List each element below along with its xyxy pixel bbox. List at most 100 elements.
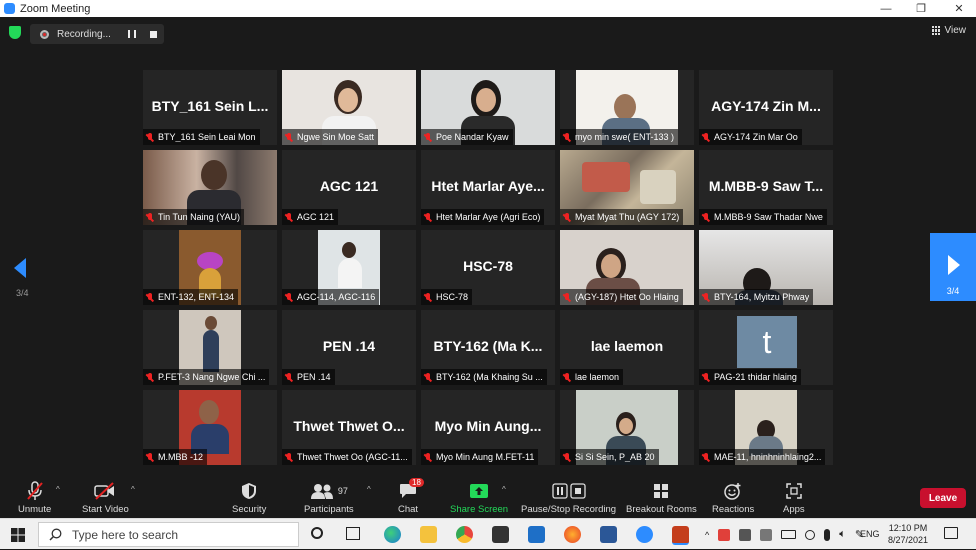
participant-tile[interactable]: Htet Marlar Aye... Htet Marlar Aye (Agri… [421,150,555,225]
video-options-caret-icon[interactable]: ^ [131,485,135,494]
participant-tile[interactable]: AGY-174 Zin M... AGY-174 Zin Mar Oo [699,70,833,145]
edge-browser-icon[interactable] [384,526,401,543]
taskbar-search-box[interactable]: Type here to search [38,522,299,547]
task-view-icon[interactable] [346,527,360,540]
encryption-shield-icon[interactable] [9,26,21,39]
pause-stop-recording-button[interactable]: Pause/Stop Recording [521,481,616,515]
participant-tile[interactable]: Ngwe Sin Moe Satt [282,70,416,145]
unmute-button[interactable]: Unmute [18,481,51,515]
share-screen-icon [469,481,489,501]
store-icon[interactable] [492,526,509,543]
tray-app-icon[interactable] [718,528,731,541]
firefox-browser-icon[interactable] [564,526,581,543]
participant-tile[interactable]: P.FET-3 Nang Ngwe Chi ... [143,310,277,385]
next-page-button[interactable]: 3/4 [930,233,976,301]
muted-mic-icon [146,212,154,222]
participant-tile[interactable]: AGC-114, AGC-116 [282,230,416,305]
muted-mic-icon [702,292,710,302]
participant-tile[interactable]: HSC-78 HSC-78 [421,230,555,305]
gallery-grid: BTY_161 Sein L... BTY_161 Sein Leai Mon … [143,70,833,467]
chrome-browser-icon[interactable] [456,526,473,543]
participant-tile[interactable]: MAE-11, hninhninhlaing2... [699,390,833,465]
participant-tile[interactable]: t PAG-21 thidar hlaing [699,310,833,385]
unmute-label: Unmute [18,504,52,515]
participant-name-label: Ngwe Sin Moe Satt [282,129,379,145]
security-button[interactable]: Security [232,481,266,515]
muted-mic-icon [563,212,571,222]
notifications-icon[interactable] [944,527,958,539]
mail-icon[interactable] [528,526,545,543]
input-language[interactable]: ENG [860,529,880,539]
muted-mic-icon [285,212,293,222]
word-icon[interactable] [600,526,617,543]
muted-mic-icon [424,452,432,462]
reactions-button[interactable]: Reactions [712,481,754,515]
participants-icon: 97 [310,481,348,501]
file-explorer-icon[interactable] [420,526,437,543]
muted-mic-icon [702,212,710,222]
zoom-taskbar-icon[interactable] [636,526,653,543]
powerpoint-icon[interactable] [672,526,689,545]
muted-mic-icon [563,452,571,462]
participant-tile[interactable]: M.MBB-9 Saw T... M.MBB-9 Saw Thadar Nwe [699,150,833,225]
share-screen-button[interactable]: Share Screen [450,481,508,515]
participant-tile[interactable]: M.MBB -12 [143,390,277,465]
participant-name-label: PEN .14 [282,369,335,385]
share-options-caret-icon[interactable]: ^ [502,485,506,494]
participant-tile[interactable]: myo min swe( ENT-133 ) [560,70,694,145]
participant-tile[interactable]: Tin Tun Naing (YAU) [143,150,277,225]
muted-mic-icon [146,292,154,302]
network-icon[interactable] [805,529,816,540]
tray-app-icon[interactable] [739,528,752,541]
participant-name-label: ENT-132, ENT-134 [143,289,239,305]
stop-recording-icon[interactable] [150,30,157,38]
windows-start-icon[interactable] [11,528,25,547]
participant-tile[interactable]: lae laemon lae laemon [560,310,694,385]
participant-tile[interactable]: BTY_161 Sein L... BTY_161 Sein Leai Mon [143,70,277,145]
battery-icon[interactable] [781,530,797,539]
participant-name-label: PAG-21 thidar hlaing [699,369,801,385]
participants-options-caret-icon[interactable]: ^ [367,485,371,494]
reactions-label: Reactions [712,504,755,515]
search-placeholder: Type here to search [72,527,179,542]
participant-tile[interactable]: (AGY-187) Htet Oo Hlaing [560,230,694,305]
minimize-icon[interactable]: — [871,0,901,17]
taskbar-clock[interactable]: 12:10 PM 8/27/2021 [885,522,931,546]
participant-tile[interactable]: Poe Nandar Kyaw [421,70,555,145]
security-label: Security [232,504,267,515]
participant-tile[interactable]: Myo Min Aung... Myo Min Aung M.FET-11 [421,390,555,465]
start-video-button[interactable]: Start Video [82,481,129,515]
participant-tile[interactable]: BTY-162 (Ma K... BTY-162 (Ma Khaing Su .… [421,310,555,385]
tray-app-icon[interactable] [760,528,773,541]
muted-mic-icon [285,452,293,462]
cortana-icon[interactable] [311,527,323,539]
participants-button[interactable]: 97 Participants [304,481,354,515]
show-hidden-icons-icon[interactable]: ^ [705,530,709,540]
audio-options-caret-icon[interactable]: ^ [56,485,60,494]
participant-tile[interactable]: Thwet Thwet O... Thwet Thwet Oo (AGC-11.… [282,390,416,465]
participant-tile[interactable]: PEN .14 PEN .14 [282,310,416,385]
apps-button[interactable]: Apps [783,481,805,515]
breakout-rooms-button[interactable]: Breakout Rooms [626,481,697,515]
participant-tile[interactable]: ENT-132, ENT-134 [143,230,277,305]
leave-button[interactable]: Leave [920,488,966,508]
close-icon[interactable]: ✕ [944,0,974,17]
microphone-tray-icon[interactable] [824,528,831,541]
participant-tile[interactable]: Myat Myat Thu (AGY 172) [560,150,694,225]
muted-mic-icon [563,292,571,302]
view-button[interactable]: View [931,25,966,36]
zoom-logo-icon [4,3,15,14]
participant-tile[interactable]: Si Si Sein, P_AB 20 [560,390,694,465]
participant-display-name: AGY-174 Zin M... [711,98,821,114]
participant-tile[interactable]: AGC 121 AGC 121 [282,150,416,225]
participant-tile[interactable]: BTY-164, Myitzu Phway [699,230,833,305]
share-screen-label: Share Screen [450,504,509,515]
muted-mic-icon [285,292,293,302]
restore-icon[interactable]: ❐ [906,0,936,17]
volume-icon[interactable]: 🔈︎ [839,528,846,541]
chat-button[interactable]: 18 Chat [398,478,424,515]
participant-display-name: lae laemon [590,338,664,354]
previous-page-icon[interactable] [14,258,26,278]
pause-recording-icon[interactable] [128,30,136,38]
muted-mic-icon [146,372,154,382]
